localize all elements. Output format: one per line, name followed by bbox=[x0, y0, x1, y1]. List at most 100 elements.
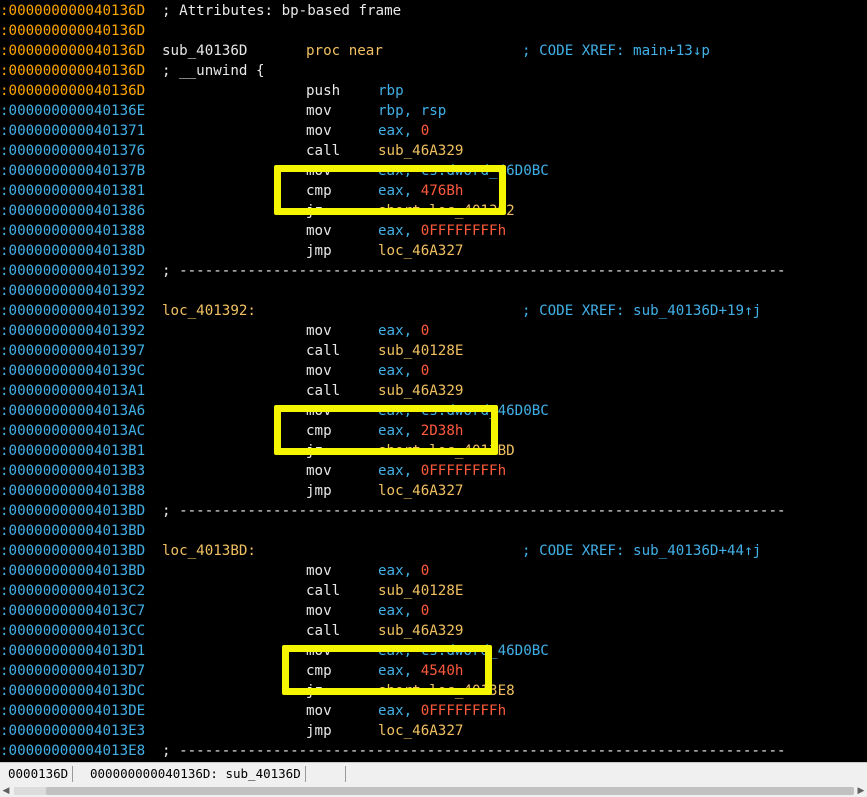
line-address[interactable]: :00000000004013B3 bbox=[0, 461, 145, 481]
line-address[interactable]: :000000000040137B bbox=[0, 161, 145, 181]
instruction-mnemonic[interactable]: mov bbox=[306, 121, 332, 141]
line-label[interactable]: ; Attributes: bp-based frame bbox=[162, 1, 401, 21]
line-address[interactable]: :0000000000401392 bbox=[0, 261, 145, 281]
instruction-operands[interactable]: loc_46A327 bbox=[378, 721, 463, 741]
operand-token[interactable]: 0 bbox=[421, 123, 430, 139]
instruction-mnemonic[interactable]: call bbox=[306, 621, 340, 641]
instruction-mnemonic[interactable]: call bbox=[306, 381, 340, 401]
listing-line[interactable]: :00000000004013C7 mov eax, 0 bbox=[0, 601, 867, 621]
line-address[interactable]: :00000000004013A1 bbox=[0, 381, 145, 401]
instruction-mnemonic[interactable]: jmp bbox=[306, 481, 332, 501]
line-address[interactable]: :00000000004013BD bbox=[0, 541, 145, 561]
line-label[interactable]: ; __unwind { bbox=[162, 61, 265, 81]
operand-token[interactable]: loc_46A327 bbox=[378, 723, 463, 739]
operand-token[interactable]: 0FFFFFFFFh bbox=[421, 223, 506, 239]
line-address[interactable]: :00000000004013B1 bbox=[0, 441, 145, 461]
line-label[interactable]: loc_4013BD: bbox=[162, 541, 256, 561]
listing-line[interactable]: :00000000004013E8 ; ---------------------… bbox=[0, 741, 867, 761]
instruction-mnemonic[interactable]: mov bbox=[306, 221, 332, 241]
line-address[interactable]: :00000000004013DE bbox=[0, 701, 145, 721]
listing-line[interactable]: :0000000000401388 mov eax, 0FFFFFFFFh bbox=[0, 221, 867, 241]
listing-line[interactable]: :0000000000401392 bbox=[0, 281, 867, 301]
line-address[interactable]: :000000000040136D bbox=[0, 21, 145, 41]
instruction-operands[interactable]: rbp, rsp bbox=[378, 101, 446, 121]
instruction-operands[interactable]: sub_40128E bbox=[378, 581, 463, 601]
instruction-operands[interactable]: eax, 0 bbox=[378, 561, 429, 581]
instruction-operands[interactable]: eax, 0FFFFFFFFh bbox=[378, 461, 506, 481]
scroll-right-arrow-icon[interactable]: ▶ bbox=[855, 785, 867, 797]
scrollbar-thumb[interactable] bbox=[46, 787, 854, 795]
line-address[interactable]: :000000000040136D bbox=[0, 41, 145, 61]
line-address[interactable]: :00000000004013C7 bbox=[0, 601, 145, 621]
line-address[interactable]: :0000000000401386 bbox=[0, 201, 145, 221]
instruction-operands[interactable]: sub_46A329 bbox=[378, 621, 463, 641]
operand-token[interactable]: eax, bbox=[378, 463, 421, 479]
operand-token[interactable]: 0 bbox=[421, 563, 430, 579]
listing-line[interactable]: :000000000040138D jmp loc_46A327 bbox=[0, 241, 867, 261]
line-address[interactable]: :00000000004013D7 bbox=[0, 661, 145, 681]
line-address[interactable]: :000000000040139C bbox=[0, 361, 145, 381]
operand-token[interactable]: rbp bbox=[378, 83, 404, 99]
line-address[interactable]: :000000000040136E bbox=[0, 101, 145, 121]
instruction-operands[interactable]: eax, 0FFFFFFFFh bbox=[378, 701, 506, 721]
listing-line[interactable]: :000000000040139C mov eax, 0 bbox=[0, 361, 867, 381]
operand-token[interactable]: eax, bbox=[378, 123, 421, 139]
operand-token[interactable]: rbp, rsp bbox=[378, 103, 446, 119]
line-address[interactable]: :00000000004013AC bbox=[0, 421, 145, 441]
listing-line[interactable]: :00000000004013CC call sub_46A329 bbox=[0, 621, 867, 641]
instruction-mnemonic[interactable]: mov bbox=[306, 461, 332, 481]
listing-line[interactable]: :000000000040136D sub_40136D proc near ; CO… bbox=[0, 41, 867, 61]
line-address[interactable]: :00000000004013E8 bbox=[0, 741, 145, 761]
instruction-mnemonic[interactable]: mov bbox=[306, 701, 332, 721]
instruction-operands[interactable]: sub_46A329 bbox=[378, 141, 463, 161]
operand-token[interactable]: 0 bbox=[421, 323, 430, 339]
instruction-mnemonic[interactable]: mov bbox=[306, 321, 332, 341]
listing-line[interactable]: :0000000000401371 mov eax, 0 bbox=[0, 121, 867, 141]
line-address[interactable]: :00000000004013BD bbox=[0, 561, 145, 581]
operand-token[interactable]: 0 bbox=[421, 603, 430, 619]
line-address[interactable]: :000000000040136D bbox=[0, 61, 145, 81]
line-address[interactable]: :00000000004013CC bbox=[0, 621, 145, 641]
xref-comment[interactable]: ; CODE XREF: main+13↓p bbox=[522, 41, 710, 61]
line-address[interactable]: :0000000000401376 bbox=[0, 141, 145, 161]
listing-line[interactable]: :000000000040136D push rbp bbox=[0, 81, 867, 101]
instruction-mnemonic[interactable]: push bbox=[306, 81, 340, 101]
instruction-operands[interactable]: eax, 0 bbox=[378, 601, 429, 621]
instruction-mnemonic[interactable]: mov bbox=[306, 361, 332, 381]
operand-token[interactable]: sub_40128E bbox=[378, 343, 463, 359]
operand-token[interactable]: eax, bbox=[378, 363, 421, 379]
line-address[interactable]: :0000000000401388 bbox=[0, 221, 145, 241]
listing-line[interactable]: :00000000004013C2 call sub_40128E bbox=[0, 581, 867, 601]
instruction-operands[interactable]: eax, 0 bbox=[378, 121, 429, 141]
line-address[interactable]: :00000000004013D1 bbox=[0, 641, 145, 661]
operand-token[interactable]: sub_40128E bbox=[378, 583, 463, 599]
listing-line[interactable]: :000000000040136D ; __unwind { bbox=[0, 61, 867, 81]
line-address[interactable]: :00000000004013E3 bbox=[0, 721, 145, 741]
line-address[interactable]: :0000000000401381 bbox=[0, 181, 145, 201]
listing-line[interactable]: :00000000004013A1 call sub_46A329 bbox=[0, 381, 867, 401]
line-label[interactable]: loc_401392: bbox=[162, 301, 256, 321]
line-address[interactable]: :0000000000401392 bbox=[0, 281, 145, 301]
operand-token[interactable]: loc_46A327 bbox=[378, 483, 463, 499]
horizontal-scrollbar[interactable]: ◀ ▶ bbox=[0, 785, 867, 797]
line-address[interactable]: :00000000004013DC bbox=[0, 681, 145, 701]
listing-line[interactable]: :0000000000401392 mov eax, 0 bbox=[0, 321, 867, 341]
instruction-operands[interactable]: eax, 0FFFFFFFFh bbox=[378, 221, 506, 241]
operand-token[interactable]: sub_46A329 bbox=[378, 383, 463, 399]
operand-token[interactable]: eax, bbox=[378, 703, 421, 719]
line-address[interactable]: :00000000004013BD bbox=[0, 501, 145, 521]
instruction-mnemonic[interactable]: mov bbox=[306, 101, 332, 121]
line-address[interactable]: :00000000004013A6 bbox=[0, 401, 145, 421]
listing-line[interactable]: :00000000004013BD loc_4013BD: ; CODE XREF:… bbox=[0, 541, 867, 561]
listing-line[interactable]: :0000000000401392 ; ---------------------… bbox=[0, 261, 867, 281]
instruction-operands[interactable]: sub_40128E bbox=[378, 341, 463, 361]
listing-line[interactable]: :00000000004013DE mov eax, 0FFFFFFFFh bbox=[0, 701, 867, 721]
instruction-operands[interactable]: eax, 0 bbox=[378, 321, 429, 341]
listing-line[interactable]: :0000000000401392 loc_401392: ; CODE XREF:… bbox=[0, 301, 867, 321]
listing-line[interactable]: :00000000004013E3 jmp loc_46A327 bbox=[0, 721, 867, 741]
instruction-operands[interactable]: loc_46A327 bbox=[378, 241, 463, 261]
listing-line[interactable]: :00000000004013BD ; ---------------------… bbox=[0, 501, 867, 521]
line-address[interactable]: :0000000000401371 bbox=[0, 121, 145, 141]
xref-comment[interactable]: ; CODE XREF: sub_40136D+44↑j bbox=[522, 541, 761, 561]
listing-line[interactable]: :00000000004013B8 jmp loc_46A327 bbox=[0, 481, 867, 501]
